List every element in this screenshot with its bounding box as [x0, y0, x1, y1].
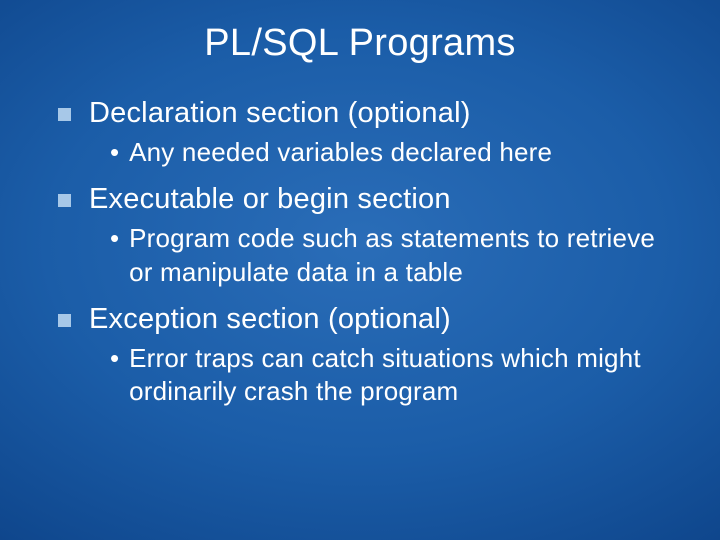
square-bullet-icon — [58, 194, 71, 207]
subbullet-text: Any needed variables declared here — [129, 136, 552, 169]
slide: PL/SQL Programs Declaration section (opt… — [0, 0, 720, 540]
slide-title: PL/SQL Programs — [0, 0, 720, 83]
bullet-text: Executable or begin section — [89, 181, 451, 218]
bullet-level2: • Any needed variables declared here — [110, 136, 682, 169]
dot-bullet-icon: • — [110, 136, 119, 169]
subbullet-text: Error traps can catch situations which m… — [129, 342, 682, 409]
square-bullet-icon — [58, 108, 71, 121]
square-bullet-icon — [58, 314, 71, 327]
bullet-level2: • Program code such as statements to ret… — [110, 222, 682, 289]
dot-bullet-icon: • — [110, 222, 119, 255]
dot-bullet-icon: • — [110, 342, 119, 375]
bullet-level2: • Error traps can catch situations which… — [110, 342, 682, 409]
bullet-text: Exception section (optional) — [89, 301, 451, 338]
bullet-level1: Executable or begin section — [58, 181, 682, 218]
bullet-level1: Declaration section (optional) — [58, 95, 682, 132]
subbullet-text: Program code such as statements to retri… — [129, 222, 682, 289]
slide-content: Declaration section (optional) • Any nee… — [0, 95, 720, 409]
bullet-text: Declaration section (optional) — [89, 95, 471, 132]
bullet-level1: Exception section (optional) — [58, 301, 682, 338]
